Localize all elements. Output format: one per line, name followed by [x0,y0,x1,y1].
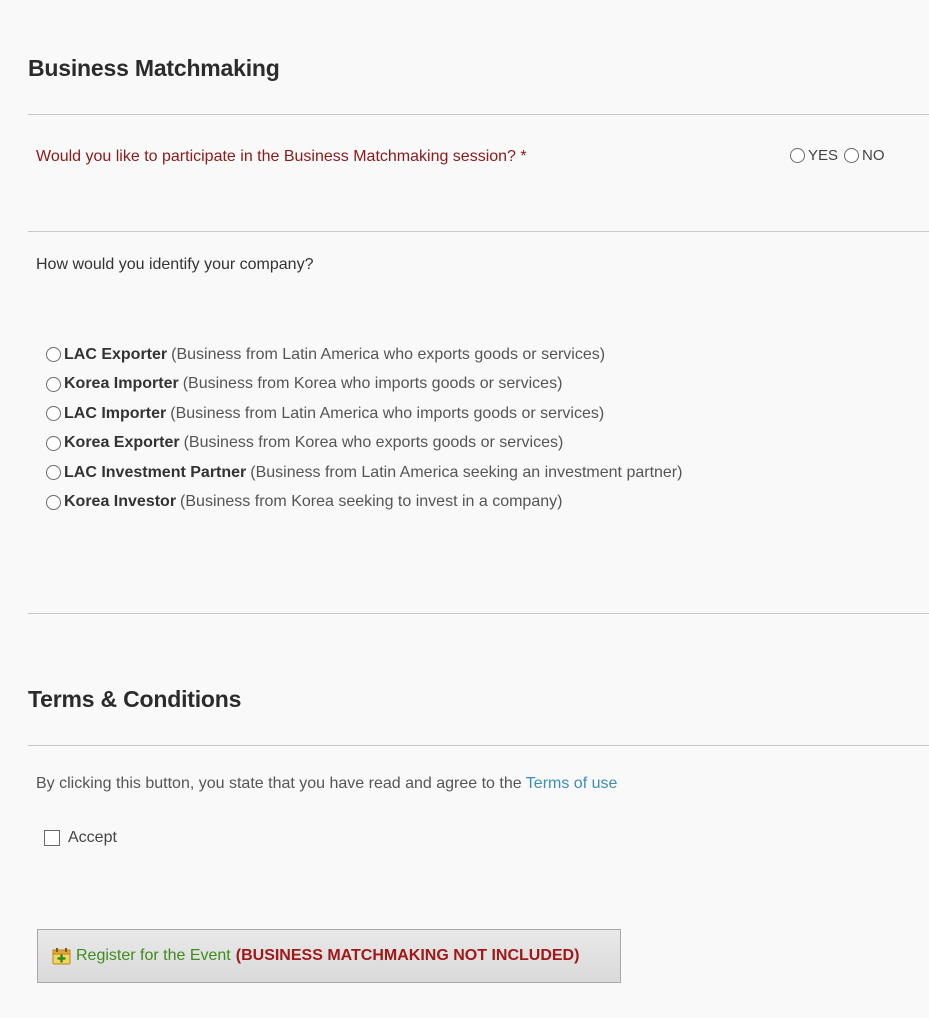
participate-no[interactable]: NO [844,147,885,164]
terms-of-use-link[interactable]: Terms of use [526,775,618,792]
accept-terms[interactable]: Accept [44,829,117,847]
option-description: (Business from Korea seeking to invest i… [180,493,563,511]
option-title: LAC Investment Partner [64,463,247,481]
option-description: (Business from Latin America seeking an … [250,463,683,481]
radio-korea-exporter[interactable] [46,435,61,451]
yes-label: YES [808,147,839,164]
terms-conditions-title: Terms & Conditions [28,686,242,712]
option-title: LAC Importer [64,404,167,422]
option-korea-investor[interactable]: Korea Investor (Business from Korea seek… [46,488,682,518]
option-lac-investment-partner[interactable]: LAC Investment Partner (Business from La… [46,458,682,488]
option-description: (Business from Korea who exports goods o… [183,434,564,452]
divider [28,231,929,232]
accept-checkbox[interactable] [44,830,60,846]
company-type-radio-group: LAC Exporter (Business from Latin Americ… [46,340,682,517]
divider [28,745,929,746]
identify-question: How would you identify your company? [36,256,314,273]
option-description: (Business from Korea who imports goods o… [182,375,563,393]
option-korea-importer[interactable]: Korea Importer (Business from Korea who … [46,370,682,400]
no-radio[interactable] [844,148,860,163]
option-korea-exporter[interactable]: Korea Exporter (Business from Korea who … [46,429,682,459]
register-button[interactable]: Register for the Event (BUSINESS MATCHMA… [37,929,621,983]
option-lac-exporter[interactable]: LAC Exporter (Business from Latin Americ… [46,340,682,370]
register-calendar-icon [52,948,71,965]
radio-lac-importer[interactable] [46,406,61,422]
register-note: (BUSINESS MATCHMAKING NOT INCLUDED) [235,947,580,964]
terms-statement-text: By clicking this button, you state that … [36,775,522,792]
radio-korea-importer[interactable] [46,376,61,392]
terms-statement: By clicking this button, you state that … [36,775,617,793]
no-label: NO [862,147,885,164]
accept-label: Accept [68,829,117,846]
option-title: Korea Importer [64,375,179,393]
registration-form: Business Matchmaking Would you like to p… [0,0,929,1018]
participate-question: Would you like to participate in the Bus… [36,148,527,165]
divider [28,613,929,614]
option-lac-importer[interactable]: LAC Importer (Business from Latin Americ… [46,399,682,429]
register-label: Register for the Event [76,947,231,964]
option-title: LAC Exporter [64,345,168,363]
participate-radio-group: YES NO [790,147,891,164]
option-title: Korea Exporter [64,434,180,452]
yes-radio[interactable] [790,148,805,163]
option-description: (Business from Latin America who exports… [171,345,606,363]
radio-lac-exporter[interactable] [46,347,61,363]
option-title: Korea Investor [64,493,177,511]
business-matchmaking-title: Business Matchmaking [28,55,280,81]
radio-korea-investor[interactable] [46,494,61,510]
option-description: (Business from Latin America who imports… [170,404,605,422]
divider [28,114,929,115]
participate-yes[interactable]: YES [790,147,838,164]
radio-lac-investment-partner[interactable] [46,465,61,481]
